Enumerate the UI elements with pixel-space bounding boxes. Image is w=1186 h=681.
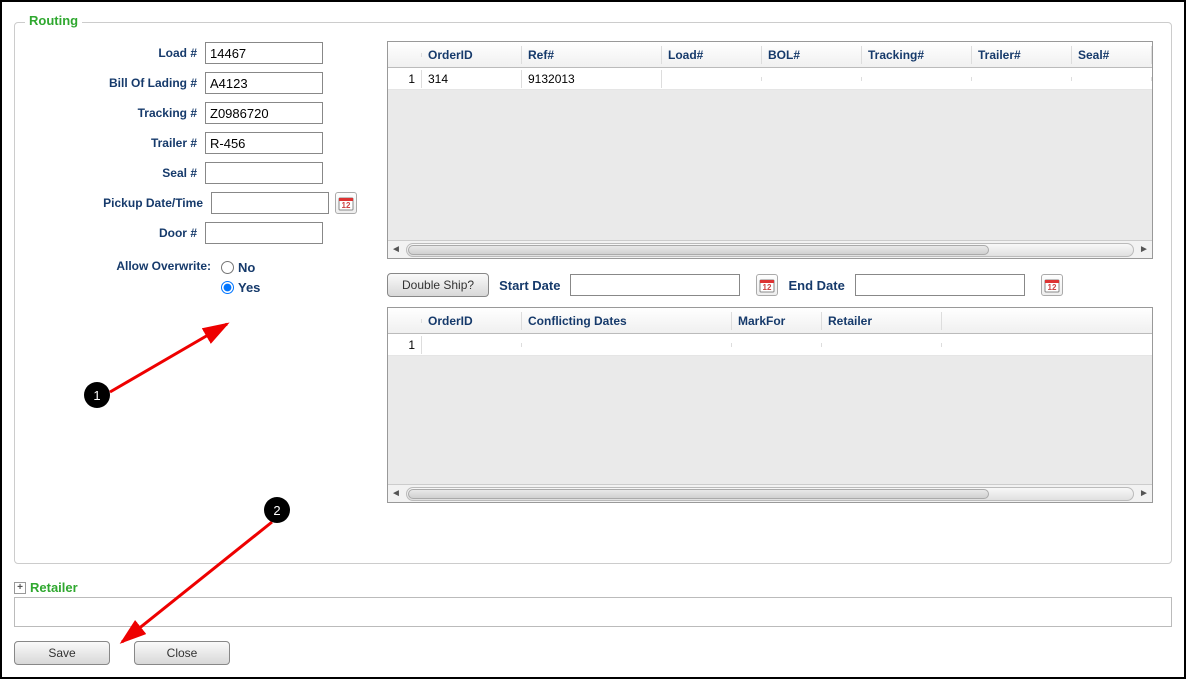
calendar-icon[interactable]: 12 bbox=[1041, 274, 1063, 296]
bol-input[interactable] bbox=[205, 72, 323, 94]
pickup-label: Pickup Date/Time bbox=[103, 196, 211, 210]
overwrite-yes-text: Yes bbox=[238, 280, 260, 295]
calendar-icon[interactable]: 12 bbox=[756, 274, 778, 296]
load-label: Load # bbox=[158, 46, 205, 60]
allow-overwrite-group: Allow Overwrite: No Yes bbox=[33, 257, 357, 297]
overwrite-no-radio[interactable] bbox=[221, 261, 234, 274]
close-button[interactable]: Close bbox=[134, 641, 230, 665]
col2-orderid[interactable]: OrderID bbox=[422, 312, 522, 330]
conflicts-grid: OrderID Conflicting Dates MarkFor Retail… bbox=[387, 307, 1153, 503]
retailer-legend: Retailer bbox=[30, 580, 78, 595]
left-form-column: Load # Bill Of Lading # Tracking # Trail… bbox=[33, 41, 357, 297]
end-date-label: End Date bbox=[788, 278, 844, 293]
orders-grid: OrderID Ref# Load# BOL# Tracking# Traile… bbox=[387, 41, 1153, 259]
conflicts-grid-header: OrderID Conflicting Dates MarkFor Retail… bbox=[388, 308, 1152, 334]
svg-text:12: 12 bbox=[763, 283, 772, 292]
pickup-input[interactable] bbox=[211, 192, 329, 214]
trailer-label: Trailer # bbox=[151, 136, 205, 150]
bol-label: Bill Of Lading # bbox=[109, 76, 205, 90]
calendar-icon[interactable]: 12 bbox=[335, 192, 357, 214]
overwrite-yes-radio[interactable] bbox=[221, 281, 234, 294]
h-scrollbar[interactable]: ◄ ► bbox=[388, 484, 1152, 502]
row-num: 1 bbox=[388, 70, 422, 88]
seal-label: Seal # bbox=[162, 166, 205, 180]
overwrite-no-option[interactable]: No bbox=[221, 257, 260, 277]
tracking-label: Tracking # bbox=[138, 106, 205, 120]
col-trailer[interactable]: Trailer# bbox=[972, 46, 1072, 64]
svg-text:12: 12 bbox=[1047, 283, 1056, 292]
orders-grid-header: OrderID Ref# Load# BOL# Tracking# Traile… bbox=[388, 42, 1152, 68]
col2-conflicting[interactable]: Conflicting Dates bbox=[522, 312, 732, 330]
cell-orderid: 314 bbox=[422, 70, 522, 88]
cell2-orderid bbox=[422, 343, 522, 347]
table-row[interactable]: 1 314 9132013 bbox=[388, 68, 1152, 90]
tracking-input[interactable] bbox=[205, 102, 323, 124]
cell-load bbox=[662, 77, 762, 81]
end-date-input[interactable] bbox=[855, 274, 1025, 296]
col-seal[interactable]: Seal# bbox=[1072, 46, 1152, 64]
double-ship-button[interactable]: Double Ship? bbox=[387, 273, 489, 297]
door-input[interactable] bbox=[205, 222, 323, 244]
col-orderid[interactable]: OrderID bbox=[422, 46, 522, 64]
overwrite-yes-option[interactable]: Yes bbox=[221, 277, 260, 297]
row-num: 1 bbox=[388, 336, 422, 354]
retailer-box bbox=[14, 597, 1172, 627]
door-label: Door # bbox=[159, 226, 205, 240]
svg-text:12: 12 bbox=[342, 201, 351, 210]
cell-ref: 9132013 bbox=[522, 70, 662, 88]
cell-tracking bbox=[862, 77, 972, 81]
h-scrollbar[interactable]: ◄ ► bbox=[388, 240, 1152, 258]
load-input[interactable] bbox=[205, 42, 323, 64]
seal-input[interactable] bbox=[205, 162, 323, 184]
overwrite-no-text: No bbox=[238, 260, 255, 275]
table-row[interactable]: 1 bbox=[388, 334, 1152, 356]
right-grid-column: OrderID Ref# Load# BOL# Tracking# Traile… bbox=[387, 41, 1153, 503]
cell2-conflicting bbox=[522, 343, 732, 347]
expand-icon[interactable]: + bbox=[14, 582, 26, 594]
retailer-section: + Retailer bbox=[14, 580, 1172, 627]
cell2-retailer bbox=[822, 343, 942, 347]
cell2-markfor bbox=[732, 343, 822, 347]
routing-fieldset: Routing Load # Bill Of Lading # Tracking… bbox=[14, 22, 1172, 564]
start-date-input[interactable] bbox=[570, 274, 740, 296]
col-bol[interactable]: BOL# bbox=[762, 46, 862, 64]
cell-seal bbox=[1072, 77, 1152, 81]
cell-trailer bbox=[972, 77, 1072, 81]
start-date-label: Start Date bbox=[499, 278, 560, 293]
cell-bol bbox=[762, 77, 862, 81]
col-tracking[interactable]: Tracking# bbox=[862, 46, 972, 64]
save-button[interactable]: Save bbox=[14, 641, 110, 665]
routing-legend: Routing bbox=[25, 13, 82, 28]
col2-markfor[interactable]: MarkFor bbox=[732, 312, 822, 330]
col-ref[interactable]: Ref# bbox=[522, 46, 662, 64]
col2-retailer[interactable]: Retailer bbox=[822, 312, 942, 330]
col-load[interactable]: Load# bbox=[662, 46, 762, 64]
trailer-input[interactable] bbox=[205, 132, 323, 154]
overwrite-label: Allow Overwrite: bbox=[33, 257, 221, 273]
